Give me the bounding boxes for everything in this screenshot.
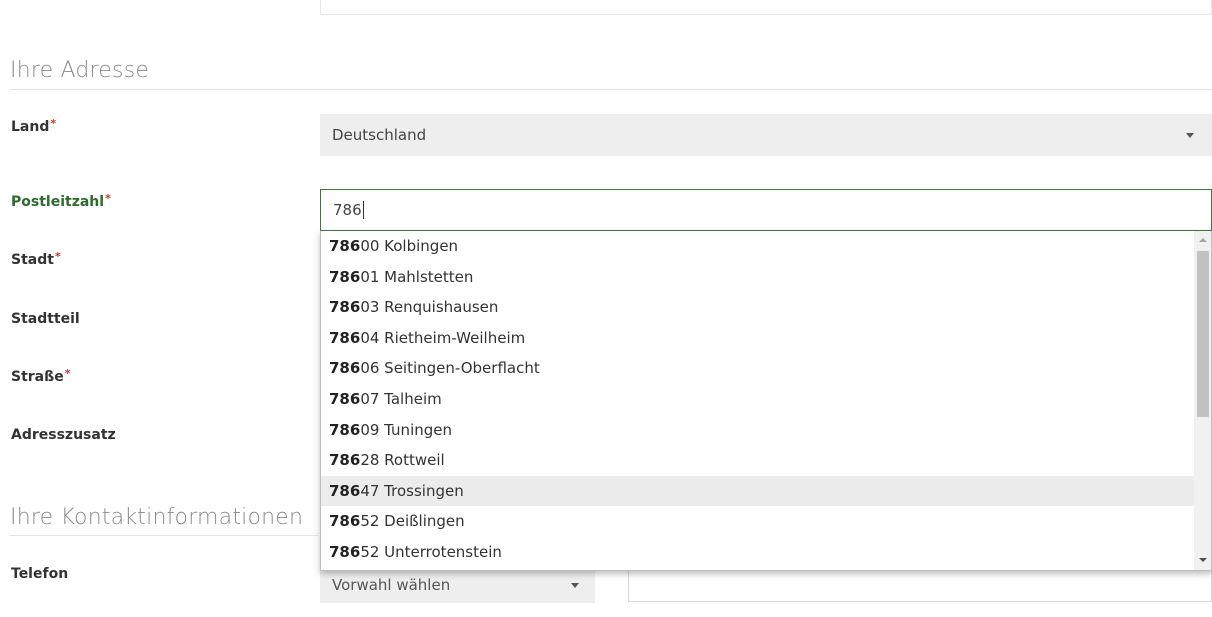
option-rest-text: 06 Seitingen-Oberflacht — [360, 359, 540, 378]
option-match-text: 786 — [329, 543, 361, 561]
city-label: Stadt* — [11, 250, 61, 268]
country-select-value: Deutschland — [332, 126, 427, 144]
option-match-text: 786 — [329, 328, 361, 347]
scrollbar[interactable] — [1194, 231, 1211, 570]
autocomplete-option[interactable]: 786 03 Renquishausen — [321, 292, 1195, 322]
autocomplete-option[interactable]: 786 01 Mahlstetten — [321, 262, 1195, 292]
phone-prefix-select[interactable]: Vorwahl wählen — [320, 567, 595, 603]
option-match-text: 786 — [329, 390, 361, 408]
postal-code-autocomplete[interactable]: 786 00 Kolbingen 786 01 Mahlstetten 786 03 Re… — [320, 231, 1212, 571]
address-section-title: Ihre Adresse — [10, 58, 150, 83]
required-marker: * — [50, 117, 57, 130]
phone-label: Telefon — [11, 566, 69, 582]
postal-code-label: Postleitzahl* — [11, 192, 111, 210]
autocomplete-option[interactable]: 786 47 Trossingen — [321, 475, 1195, 506]
option-match-text: 786 — [329, 359, 361, 378]
option-match-text: 786 — [329, 267, 361, 286]
autocomplete-option[interactable]: 786 07 Talheim — [321, 384, 1195, 414]
option-rest-text: 03 Renquishausen — [360, 298, 499, 317]
district-label: Stadtteil — [11, 311, 80, 327]
phone-number-input[interactable] — [628, 568, 1212, 602]
chevron-down-icon — [571, 583, 579, 588]
previous-field[interactable] — [320, 0, 1212, 15]
section-divider — [10, 89, 1212, 90]
option-match-text: 786 — [329, 237, 361, 255]
section-divider — [10, 535, 318, 536]
city-label-text: Stadt — [11, 252, 54, 268]
option-rest-text: 52 Deißlingen — [360, 512, 465, 531]
option-rest-text: 28 Rottweil — [360, 451, 445, 470]
postal-code-input[interactable]: 786 — [320, 189, 1212, 231]
postal-code-label-text: Postleitzahl — [11, 194, 105, 210]
option-rest-text: 00 Kolbingen — [360, 237, 459, 255]
address-extra-label: Adresszusatz — [11, 427, 116, 443]
option-match-text: 786 — [329, 420, 361, 439]
required-marker: * — [105, 192, 111, 205]
text-cursor — [362, 201, 364, 219]
postal-code-input-value: 786 — [333, 201, 362, 219]
option-rest-text: 52 Unterrotenstein — [360, 543, 502, 561]
autocomplete-option[interactable]: 786 52 Deißlingen — [321, 506, 1195, 536]
option-match-text: 786 — [329, 481, 361, 500]
autocomplete-option[interactable]: 786 28 Rottweil — [321, 445, 1195, 475]
option-match-text: 786 — [329, 512, 361, 531]
required-marker: * — [64, 367, 71, 380]
option-rest-text: 07 Talheim — [360, 390, 442, 408]
scroll-down-arrow-icon[interactable] — [1199, 558, 1207, 562]
scroll-up-arrow-icon[interactable] — [1199, 238, 1207, 242]
option-match-text: 786 — [329, 298, 361, 317]
required-marker: * — [54, 250, 61, 263]
phone-prefix-placeholder: Vorwahl wählen — [332, 576, 451, 594]
option-rest-text: 47 Trossingen — [360, 481, 464, 500]
street-label-text: Straße — [11, 369, 64, 385]
option-match-text: 786 — [329, 451, 361, 470]
autocomplete-option[interactable]: 786 52 Unterrotenstein — [321, 537, 1195, 567]
autocomplete-option[interactable]: 786 04 Rietheim-Weilheim — [321, 323, 1195, 353]
contact-section-title: Ihre Kontaktinformationen — [10, 505, 304, 530]
country-label-text: Land — [11, 119, 50, 135]
option-rest-text: 09 Tuningen — [360, 420, 452, 439]
country-label: Land* — [11, 117, 57, 135]
country-select[interactable]: Deutschland — [320, 114, 1212, 156]
autocomplete-option[interactable]: 786 00 Kolbingen — [321, 231, 1195, 261]
autocomplete-option[interactable]: 786 06 Seitingen-Oberflacht — [321, 353, 1195, 383]
scroll-thumb[interactable] — [1197, 251, 1209, 417]
autocomplete-option[interactable]: 786 09 Tuningen — [321, 415, 1195, 445]
option-rest-text: 01 Mahlstetten — [360, 267, 474, 286]
option-rest-text: 04 Rietheim-Weilheim — [360, 328, 526, 347]
street-label: Straße* — [11, 367, 71, 385]
chevron-down-icon — [1186, 133, 1194, 138]
